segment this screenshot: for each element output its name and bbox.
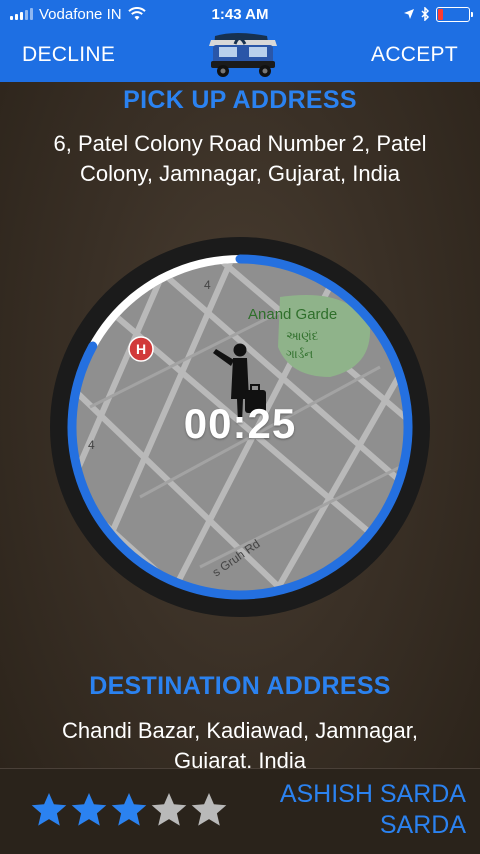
ride-request-timer: Anand Garde આણંદ ગાર્ડન s Gruh Rd 4 4 H …: [50, 237, 430, 617]
wifi-icon: [127, 7, 146, 20]
map-park-local-label-1: આણંદ: [286, 329, 319, 343]
star-filled-icon: [71, 793, 107, 826]
status-right: [403, 6, 473, 22]
location-arrow-icon: [404, 9, 414, 19]
star-empty-icon: [191, 793, 227, 826]
status-left: Vodafone IN: [10, 6, 146, 23]
rider-rating: [30, 791, 228, 829]
pickup-address-title: PICK UP ADDRESS: [123, 86, 357, 114]
pickup-address-text: 6, Patel Colony Road Number 2, Patel Col…: [53, 131, 427, 186]
countdown-timer: 00:25: [183, 400, 297, 447]
carrier-name: Vodafone IN: [39, 5, 122, 23]
accept-button[interactable]: ACCEPT: [371, 43, 458, 67]
map-park-label: Anand Garde: [248, 306, 337, 323]
auto-rickshaw-icon: [209, 33, 277, 77]
star-empty-icon: [151, 793, 187, 826]
star-filled-icon: [111, 793, 147, 826]
star-filled-icon: [31, 793, 67, 826]
decline-button[interactable]: DECLINE: [22, 43, 115, 67]
destination-address-text: Chandi Bazar, Kadiawad, Jamnagar, Gujara…: [62, 718, 418, 773]
hospital-marker-icon: H: [128, 336, 154, 362]
map-park-local-label-2: ગાર્ડન: [286, 347, 313, 361]
app-header: DECLINE ACCEPT: [0, 28, 480, 82]
map-road-number-top: 4: [204, 278, 211, 292]
rider-info-footer: ASHISH SARDA SARDA: [0, 768, 480, 854]
status-bar: Vodafone IN 1:43 AM: [0, 0, 480, 28]
svg-text:H: H: [136, 341, 146, 357]
battery-icon: [436, 6, 473, 22]
rider-name: ASHISH SARDA SARDA: [279, 780, 466, 839]
destination-address-title: DESTINATION ADDRESS: [89, 672, 391, 700]
signal-strength-icon: [10, 8, 33, 20]
battery-level: [438, 8, 444, 20]
bluetooth-icon: [421, 7, 430, 21]
